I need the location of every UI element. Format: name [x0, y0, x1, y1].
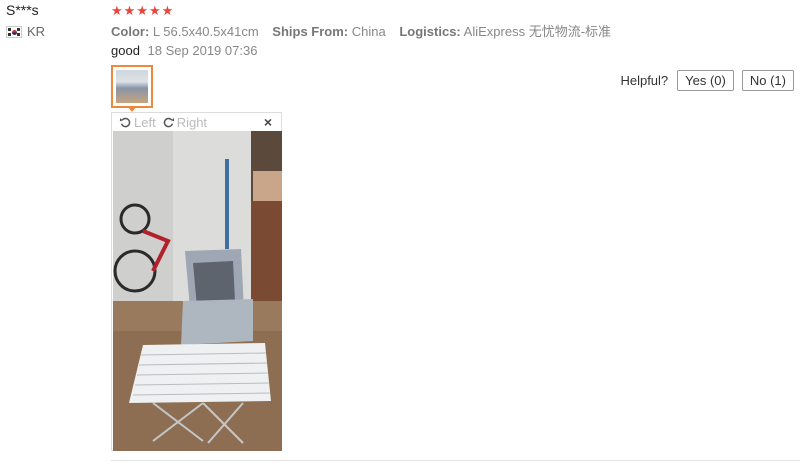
feedback-date: 18 Sep 2019 07:36 — [147, 43, 258, 58]
attr-ships-label: Ships From: — [272, 24, 349, 39]
rotate-left-button[interactable]: Left — [119, 115, 156, 130]
attr-color-label: Color: — [111, 24, 150, 39]
product-attributes: Color: L 56.5x40.5x41cm Ships From: Chin… — [111, 21, 621, 40]
rotate-right-button[interactable]: Right — [162, 115, 207, 130]
review-photo-image — [113, 131, 282, 451]
rotate-left-label: Left — [134, 114, 156, 130]
country-code: KR — [27, 24, 46, 39]
feedback-text: good — [111, 43, 140, 58]
viewer-toolbar: Left Right × — [112, 113, 281, 131]
review-photo — [113, 131, 282, 451]
helpful-vote: Helpful? Yes (0) No (1) — [620, 70, 794, 91]
rotate-right-label: Right — [176, 114, 208, 130]
rotate-right-icon — [163, 117, 174, 127]
star-icon: ★ — [136, 3, 148, 18]
star-icon: ★ — [161, 3, 174, 18]
attr-ships-value: China — [351, 24, 386, 39]
helpful-question: Helpful? — [620, 73, 669, 88]
star-icon: ★ — [148, 3, 161, 18]
attr-logistics-label: Logistics: — [399, 24, 461, 39]
star-icon: ★ — [111, 3, 123, 18]
thumbnail-image — [116, 70, 148, 103]
photo-viewer: Left Right × — [111, 112, 282, 451]
attr-logistics-value: AliExpress 无忧物流-标准 — [463, 24, 612, 39]
kr-flag-icon — [6, 25, 22, 38]
helpful-yes-button[interactable]: Yes (0) — [677, 70, 734, 91]
feedback-line: good 18 Sep 2019 07:36 — [111, 43, 257, 58]
close-viewer-icon[interactable]: × — [264, 114, 272, 130]
helpful-no-button[interactable]: No (1) — [741, 70, 794, 91]
reviewer-name: S***s — [6, 2, 39, 18]
attr-color-value: L 56.5x40.5x41cm — [152, 24, 259, 39]
star-rating: ★ ★ ★ ★ ★ — [111, 4, 173, 17]
star-icon: ★ — [123, 3, 136, 18]
review-divider — [111, 460, 800, 461]
rotate-left-icon — [119, 117, 131, 127]
review-photo-thumbnail[interactable] — [111, 65, 153, 108]
reviewer-country: KR — [6, 24, 45, 39]
